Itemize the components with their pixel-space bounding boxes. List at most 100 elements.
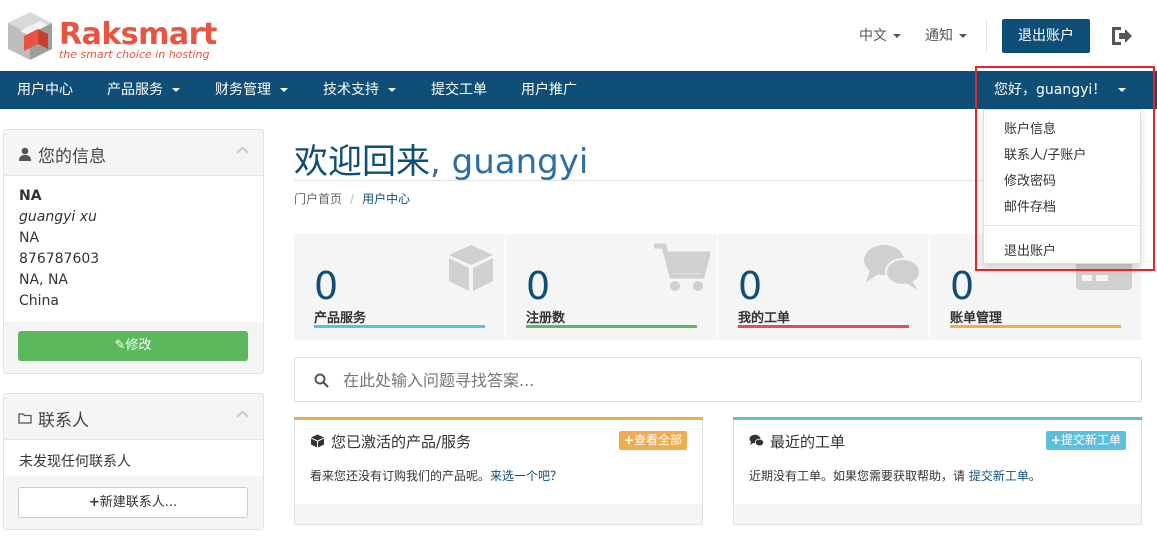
- chevron-up-icon[interactable]: [236, 410, 249, 418]
- comments-icon: [749, 434, 764, 447]
- breadcrumb: 门户首页 / 用户中心: [294, 190, 410, 207]
- plus-icon: +: [623, 433, 634, 447]
- submit-ticket-link[interactable]: 提交新工单: [969, 469, 1029, 483]
- welcome-prefix: 欢迎回来: [294, 142, 430, 182]
- tile-underline: [314, 325, 485, 328]
- card-header: 最近的工单: [749, 431, 845, 452]
- chevron-down-icon: [959, 34, 967, 38]
- folder-icon: [18, 413, 32, 424]
- card-body: 看来您还没有订购我们的产品呢。来选一个吧？: [310, 467, 562, 484]
- plus-icon: +: [1050, 433, 1061, 447]
- tile-underline: [738, 325, 909, 328]
- page-title: 欢迎回来, guangyi: [294, 134, 588, 183]
- tile-underline: [950, 325, 1121, 328]
- active-products-card: 您已激活的产品/服务 +查看全部 看来您还没有订购我们的产品呢。来选一个吧？: [294, 417, 703, 525]
- order-product-link[interactable]: 来选一个吧: [490, 469, 550, 483]
- breadcrumb-home[interactable]: 门户首页: [294, 192, 342, 206]
- card-title: 您已激活的产品/服务: [331, 433, 472, 451]
- tile-label: 注册数: [526, 311, 566, 326]
- nav-label: 用户中心: [17, 82, 73, 98]
- tile-count: 0: [526, 264, 551, 308]
- tile-tickets[interactable]: 0 我的工单: [718, 234, 929, 340]
- edit-info-button[interactable]: ✎修改: [18, 331, 248, 361]
- info-company: NA: [19, 188, 42, 204]
- notifications-menu[interactable]: 通知: [925, 25, 967, 45]
- info-city-state: NA, NA: [19, 272, 68, 288]
- search-icon: [314, 373, 329, 388]
- card-accent: [733, 417, 1142, 420]
- menu-item-change-password[interactable]: 修改密码: [1004, 170, 1056, 189]
- nav-label: 用户推广: [521, 82, 577, 98]
- knowledgebase-search: [294, 357, 1142, 402]
- tile-count: 0: [950, 264, 975, 308]
- chevron-down-icon: [1118, 88, 1127, 92]
- info-name: guangyi xu: [19, 209, 97, 225]
- chevron-down-icon: [280, 88, 288, 92]
- user-menu-toggle[interactable]: 您好，guangyi！: [980, 71, 1142, 109]
- comments-icon: [864, 245, 921, 290]
- view-all-button[interactable]: +查看全部: [618, 431, 687, 450]
- contacts-panel: 联系人 未发现任何联系人 +新建联系人...: [3, 393, 264, 530]
- tile-count: 0: [738, 264, 763, 308]
- body-suffix: 。: [1028, 469, 1041, 483]
- new-contact-label: 新建联系人...: [99, 495, 178, 510]
- nav-label: 财务管理: [215, 82, 271, 98]
- tile-domains[interactable]: 0 注册数: [506, 234, 717, 340]
- nav-label: 技术支持: [323, 82, 379, 98]
- logo-tagline: the smart choice in hosting: [59, 48, 210, 61]
- tile-label: 产品服务: [314, 311, 367, 326]
- tile-services[interactable]: 0 产品服务: [294, 234, 505, 340]
- panel-title: 联系人: [38, 411, 89, 431]
- chevron-up-icon[interactable]: [236, 146, 249, 154]
- nav-item-client-area[interactable]: 用户中心: [17, 71, 73, 109]
- open-ticket-button[interactable]: +提交新工单: [1045, 431, 1126, 450]
- nav-label: 提交工单: [431, 82, 487, 98]
- panel-header: 您的信息: [4, 130, 263, 176]
- chevron-down-icon: [172, 88, 180, 92]
- nav-item-affiliates[interactable]: 用户推广: [521, 71, 577, 109]
- raksmart-logo[interactable]: Raksmart the smart choice in hosting: [4, 10, 217, 62]
- open-ticket-label: 提交新工单: [1060, 433, 1121, 447]
- card-body: 近期没有工单。如果您需要获取帮助，请 提交新工单。: [749, 467, 1041, 484]
- tile-label: 我的工单: [738, 311, 791, 326]
- card-footer: [295, 504, 702, 524]
- logo-cube-icon: [8, 12, 52, 60]
- tile-label: 账单管理: [950, 311, 1003, 326]
- menu-item-email-history[interactable]: 邮件存档: [1004, 196, 1056, 215]
- nav-item-billing[interactable]: 财务管理: [215, 71, 288, 109]
- top-header: Raksmart the smart choice in hosting 中文 …: [0, 0, 1157, 71]
- sign-out-icon[interactable]: [1109, 25, 1133, 47]
- logout-button[interactable]: 退出账户: [1002, 19, 1090, 53]
- card-accent: [294, 417, 703, 420]
- tile-underline: [526, 325, 697, 328]
- breadcrumb-separator: /: [350, 192, 355, 206]
- header-divider: [986, 19, 987, 53]
- edit-label: 修改: [125, 338, 152, 353]
- chevron-down-icon: [893, 34, 901, 38]
- info-country: China: [19, 293, 59, 309]
- your-info-panel: 您的信息 NA guangyi xu NA 876787603 NA, NA C…: [3, 129, 264, 374]
- nav-item-support[interactable]: 技术支持: [323, 71, 396, 109]
- menu-item-account-details[interactable]: 账户信息: [1004, 118, 1056, 137]
- nav-item-services[interactable]: 产品服务: [107, 71, 180, 109]
- info-phone: 876787603: [19, 251, 100, 267]
- pencil-icon: ✎: [114, 338, 126, 353]
- panel-title: 您的信息: [38, 147, 106, 167]
- body-suffix: ？: [550, 469, 563, 483]
- search-input[interactable]: [343, 367, 1103, 393]
- menu-item-contacts[interactable]: 联系人/子账户: [1004, 144, 1086, 163]
- menu-item-logout[interactable]: 退出账户: [1004, 240, 1056, 259]
- notifications-label: 通知: [925, 28, 953, 44]
- info-address: NA: [19, 230, 40, 246]
- menu-divider: [984, 225, 1140, 226]
- language-label: 中文: [859, 28, 887, 44]
- panel-footer: ✎修改: [4, 322, 263, 373]
- no-tickets-text: 近期没有工单。如果您需要获取帮助，请: [749, 469, 969, 483]
- new-contact-button[interactable]: +新建联系人...: [18, 487, 248, 518]
- user-greeting: 您好，guangyi！: [994, 82, 1107, 98]
- welcome-username: , guangyi: [430, 142, 589, 182]
- nav-item-open-ticket[interactable]: 提交工单: [431, 71, 487, 109]
- language-selector[interactable]: 中文: [859, 25, 901, 45]
- cube-icon: [311, 434, 324, 448]
- view-all-label: 查看全部: [633, 433, 682, 447]
